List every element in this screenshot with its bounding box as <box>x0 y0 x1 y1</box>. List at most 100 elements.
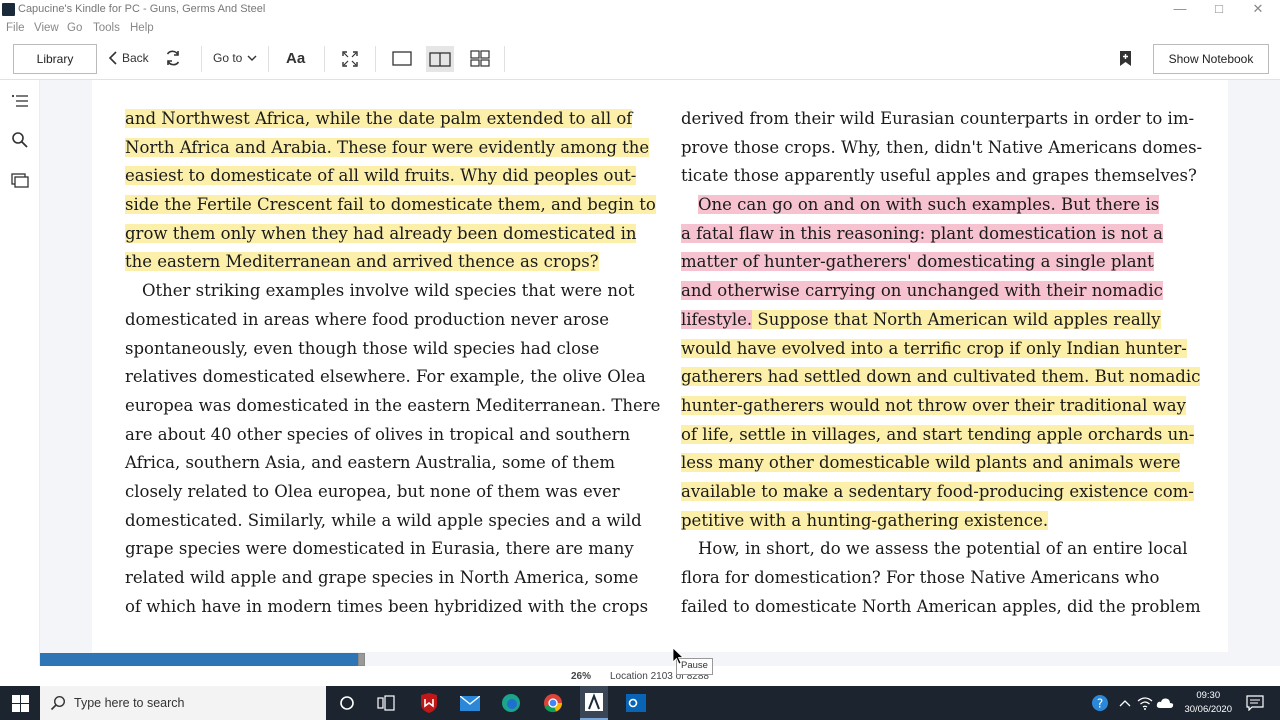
edge-browser-icon[interactable] <box>501 693 521 713</box>
text-line-content: side the Fertile Crescent fail to domest… <box>125 195 656 215</box>
progress-percent: 26% <box>571 671 592 682</box>
mail-icon[interactable] <box>460 693 480 713</box>
text-line-content: petitive with a hunting-gathering existe… <box>681 510 1049 530</box>
left-text-column: and Northwest Africa, while the date pal… <box>125 105 660 621</box>
kindle-taskbar-icon[interactable] <box>580 686 608 720</box>
book-page: and Northwest Africa, while the date pal… <box>92 80 1228 652</box>
menu-help[interactable]: Help <box>130 22 154 34</box>
outlook-icon[interactable] <box>626 693 646 713</box>
task-view-icon[interactable] <box>376 693 396 713</box>
taskbar-search-box[interactable]: Type here to search <box>40 686 326 720</box>
text-line-content: and Northwest Africa, while the date pal… <box>125 109 633 128</box>
text-line: europea was domesticated in the eastern … <box>125 392 660 421</box>
menu-tools[interactable]: Tools <box>93 22 120 34</box>
text-line-content: related wild apple and grape species in … <box>125 568 639 587</box>
clock-date: 30/06/2020 <box>1184 704 1232 715</box>
table-of-contents-icon[interactable] <box>11 92 29 110</box>
text-line-content: failed to domesticate North American app… <box>681 596 1201 616</box>
text-line: the eastern Mediterranean and arrived th… <box>125 248 660 277</box>
chevron-up-icon[interactable] <box>1115 693 1135 713</box>
text-line-content: lifestyle. <box>681 309 753 329</box>
toolbar-separator <box>504 46 505 72</box>
left-sidebar <box>0 80 40 666</box>
text-line: relatives domesticated elsewhere. For ex… <box>125 363 660 392</box>
clock-time: 09:30 <box>1196 690 1221 701</box>
minimize-icon[interactable]: — <box>1170 1 1190 16</box>
sync-button[interactable] <box>164 49 182 67</box>
search-icon[interactable] <box>11 131 29 149</box>
menu-file[interactable]: File <box>6 22 25 34</box>
text-line-content: a fatal flaw in this reasoning: plant do… <box>681 223 1163 243</box>
text-line-content: gatherers had settled down and cultivate… <box>681 367 1201 387</box>
library-button[interactable]: Library <box>13 44 97 74</box>
back-label: Back <box>122 51 149 65</box>
cards-icon[interactable] <box>11 171 29 189</box>
two-column-icon <box>429 51 451 67</box>
text-line-content: grow them only when they had already bee… <box>125 223 637 243</box>
single-column-button[interactable] <box>392 51 412 66</box>
help-icon[interactable]: ? <box>1090 693 1110 713</box>
text-line: are about 40 other species of olives in … <box>125 421 660 450</box>
toolbar: Library Back Go to Aa Show Notebook <box>0 38 1280 80</box>
chevron-down-icon <box>247 55 257 61</box>
text-line: lifestyle. Suppose that North American w… <box>681 306 1202 335</box>
reading-progress-bar[interactable] <box>40 652 1280 666</box>
text-line: domesticated in areas where food product… <box>125 306 660 335</box>
toolbar-separator <box>201 46 202 72</box>
text-line: gatherers had settled down and cultivate… <box>681 363 1202 392</box>
sync-icon <box>166 50 180 66</box>
close-icon[interactable]: ✕ <box>1248 1 1268 17</box>
fullscreen-button[interactable] <box>342 51 358 67</box>
text-line-content: easiest to domesticate of all wild fruit… <box>125 166 637 186</box>
single-column-icon <box>392 51 412 66</box>
show-notebook-button[interactable]: Show Notebook <box>1153 44 1269 74</box>
clock[interactable]: 09:30 30/06/2020 <box>1184 689 1232 717</box>
text-line-content: Africa, southern Asia, and eastern Austr… <box>125 453 616 473</box>
goto-dropdown[interactable]: Go to <box>213 51 257 65</box>
right-text-column: derived from their wild Eurasian counter… <box>681 105 1202 621</box>
mcafee-icon[interactable] <box>419 693 439 713</box>
two-column-button[interactable] <box>426 46 454 72</box>
text-line-content: derived from their wild Eurasian counter… <box>681 109 1195 128</box>
flashcards-button[interactable] <box>470 50 490 67</box>
onedrive-icon[interactable] <box>1155 693 1175 713</box>
text-line: related wild apple and grape species in … <box>125 564 660 593</box>
back-button[interactable]: Back <box>108 51 149 65</box>
text-line: derived from their wild Eurasian counter… <box>681 105 1202 134</box>
chevron-left-icon <box>108 51 117 65</box>
cortana-icon[interactable] <box>337 693 357 713</box>
font-settings-button[interactable]: Aa <box>286 50 305 67</box>
mouse-cursor-icon <box>672 647 684 665</box>
text-line: One can go on and on with such examples.… <box>681 191 1202 220</box>
progress-slider-handle[interactable] <box>358 653 365 666</box>
toolbar-separator <box>268 46 269 72</box>
text-line-content: are about 40 other species of olives in … <box>125 424 631 444</box>
text-line: North Africa and Arabia. These four were… <box>125 134 660 163</box>
goto-label: Go to <box>213 51 243 65</box>
fullscreen-icon <box>342 51 358 67</box>
text-line: easiest to domesticate of all wild fruit… <box>125 162 660 191</box>
text-line-content: ticate those apparently useful apples an… <box>681 166 1197 186</box>
maximize-icon[interactable]: □ <box>1209 1 1229 16</box>
progress-fill <box>40 653 358 666</box>
text-line-content: How, in short, do we assess the potentia… <box>698 539 1188 559</box>
chrome-icon[interactable] <box>543 693 563 713</box>
text-line: hunter-gatherers would not throw over th… <box>681 392 1202 421</box>
text-line: of which have in modern times been hybri… <box>125 593 660 622</box>
search-placeholder: Type here to search <box>74 696 185 710</box>
text-line-content: closely related to Olea europea, but non… <box>125 481 620 501</box>
text-line: and otherwise carrying on unchanged with… <box>681 277 1202 306</box>
start-button[interactable] <box>0 686 40 720</box>
menu-view[interactable]: View <box>34 22 59 34</box>
text-line: and Northwest Africa, while the date pal… <box>125 105 660 134</box>
text-line: grow them only when they had already bee… <box>125 220 660 249</box>
notifications-icon[interactable] <box>1245 693 1265 713</box>
bookmark-button[interactable] <box>1119 50 1132 67</box>
wifi-icon[interactable] <box>1135 693 1155 713</box>
text-line: Africa, southern Asia, and eastern Austr… <box>125 449 660 478</box>
title-bar: Capucine's Kindle for PC - Guns, Germs A… <box>0 0 1280 20</box>
text-line-content: of life, settle in villages, and start t… <box>681 424 1195 444</box>
text-line-content: would have evolved into a terrific crop … <box>681 338 1187 358</box>
menu-go[interactable]: Go <box>67 22 82 34</box>
text-line: closely related to Olea europea, but non… <box>125 478 660 507</box>
